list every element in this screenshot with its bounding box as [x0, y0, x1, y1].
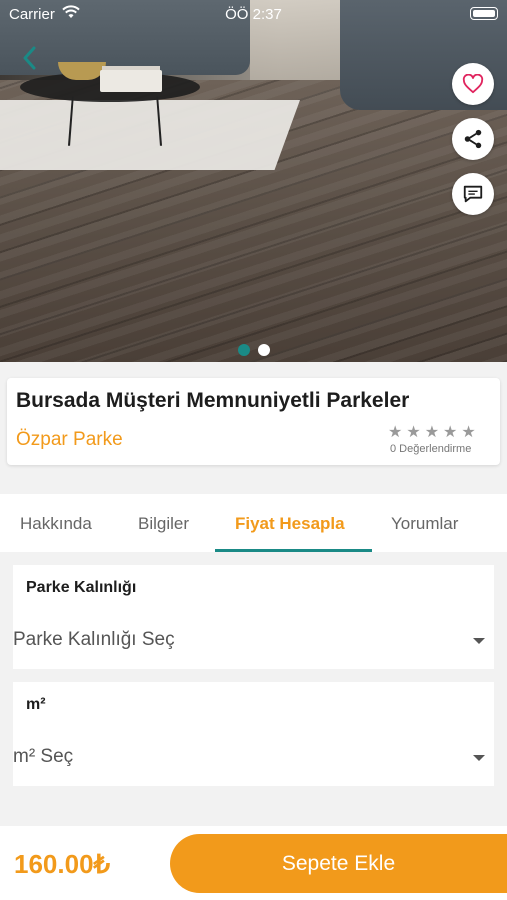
favorite-button[interactable] [452, 63, 494, 105]
chat-bubble-icon [463, 185, 483, 203]
tab-fiyat-hesapla[interactable]: Fiyat Hesapla [235, 514, 345, 534]
hero-table-legs [67, 96, 163, 146]
clock: ÖÖ 2:37 [225, 6, 282, 23]
share-icon [464, 129, 482, 149]
checkout-bar: 160.00₺ Sepete Ekle [0, 826, 507, 900]
battery-icon [470, 7, 498, 20]
star-icon: ★ [406, 424, 421, 441]
tab-hakkinda[interactable]: Hakkında [20, 514, 92, 534]
area-label: m² [26, 696, 46, 713]
chevron-left-icon [23, 46, 36, 70]
star-icon: ★ [443, 424, 458, 441]
product-title: Bursada Müşteri Memnuniyetli Parkeler [16, 389, 410, 412]
back-button[interactable] [16, 45, 42, 71]
detail-tabs: Hakkında Bilgiler Fiyat Hesapla Yorumlar [0, 494, 507, 552]
thickness-select[interactable]: Parke Kalınlığı Seç [13, 629, 494, 655]
share-button[interactable] [452, 118, 494, 160]
hero-books [100, 70, 162, 92]
thickness-field-card: Parke Kalınlığı Parke Kalınlığı Seç [13, 565, 494, 669]
active-tab-indicator [215, 549, 372, 552]
thickness-select-placeholder: Parke Kalınlığı Seç [13, 629, 175, 650]
area-field-card: m² m² Seç [13, 682, 494, 786]
product-detail-screen: Carrier ÖÖ 2:37 Bursada Müşteri Memnuniy… [0, 0, 507, 900]
pager-dot-1[interactable] [237, 344, 250, 356]
product-image-carousel[interactable] [0, 0, 507, 362]
heart-icon [462, 74, 484, 94]
caret-down-icon [473, 755, 485, 761]
status-bar: Carrier ÖÖ 2:37 [0, 0, 507, 28]
area-select[interactable]: m² Seç [13, 746, 494, 772]
comment-button[interactable] [452, 173, 494, 215]
caret-down-icon [473, 638, 485, 644]
pager-dot-2[interactable] [257, 344, 270, 356]
product-info-card: Bursada Müşteri Memnuniyetli Parkeler Öz… [7, 378, 500, 465]
star-icon: ★ [388, 424, 403, 441]
brand-link[interactable]: Özpar Parke [16, 429, 123, 451]
carousel-pager [0, 344, 507, 356]
tab-yorumlar[interactable]: Yorumlar [391, 514, 458, 534]
star-icon: ★ [461, 424, 476, 441]
price-label: 160.00₺ [14, 849, 111, 879]
tab-bilgiler[interactable]: Bilgiler [138, 514, 189, 534]
rating-count: 0 Değerlendirme [390, 443, 472, 455]
thickness-label: Parke Kalınlığı [26, 579, 137, 596]
area-select-placeholder: m² Seç [13, 746, 74, 767]
add-to-cart-button[interactable]: Sepete Ekle [170, 834, 507, 893]
rating-stars: ★ ★ ★ ★ ★ [388, 425, 476, 441]
star-icon: ★ [424, 424, 440, 441]
